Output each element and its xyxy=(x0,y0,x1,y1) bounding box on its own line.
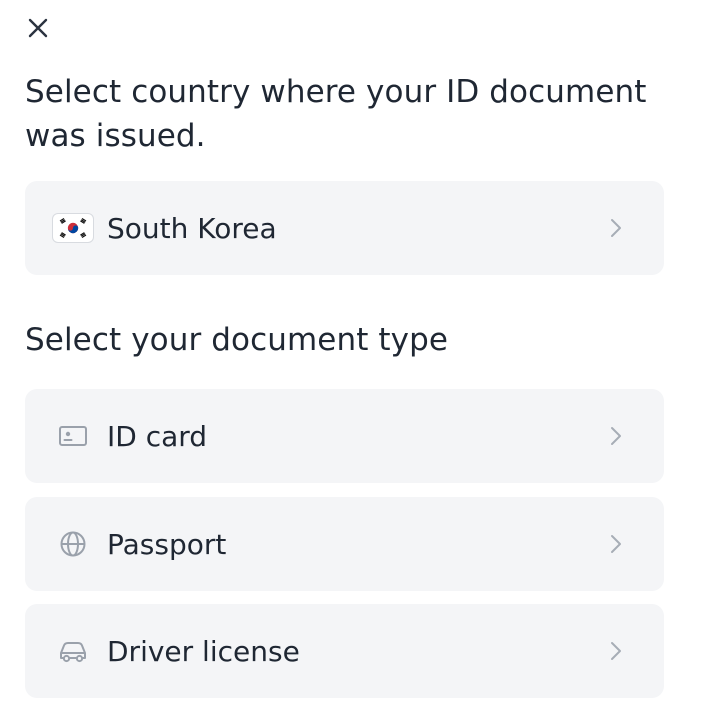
close-icon xyxy=(28,18,48,38)
country-label: South Korea xyxy=(107,211,277,245)
document-option-label: Driver license xyxy=(107,634,300,668)
car-icon xyxy=(60,642,86,663)
globe-icon xyxy=(60,531,86,557)
document-option-id-card[interactable]: ID card xyxy=(25,389,664,483)
chevron-right-icon xyxy=(606,639,626,663)
country-selector[interactable]: South Korea xyxy=(25,181,664,275)
document-option-label: Passport xyxy=(107,527,227,561)
chevron-right-icon xyxy=(606,424,626,448)
document-option-label: ID card xyxy=(107,419,208,453)
document-type-heading: Select your document type xyxy=(25,322,449,358)
document-option-passport[interactable]: Passport xyxy=(25,497,664,591)
chevron-right-icon xyxy=(606,532,626,556)
south-korea-flag-icon xyxy=(53,214,93,242)
country-heading: Select country where your ID document wa… xyxy=(25,74,647,154)
chevron-right-icon xyxy=(606,216,626,240)
kyc-select-document-screen: Select country where your ID document wa… xyxy=(0,0,708,726)
document-option-driver-license[interactable]: Driver license xyxy=(25,604,664,698)
id-card-icon xyxy=(59,426,87,446)
close-button[interactable] xyxy=(22,12,54,44)
